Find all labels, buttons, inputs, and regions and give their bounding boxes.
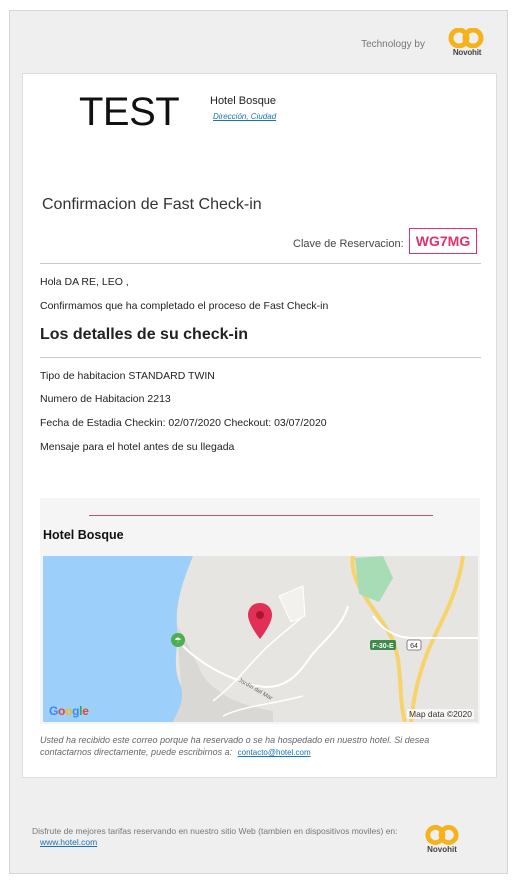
road-label-64: 64	[410, 643, 418, 650]
map-graphic: F-30-E 64 ☂ Jardín del Mar	[43, 556, 478, 722]
novohit-logo: Novohit	[447, 28, 485, 58]
novohit-logo-text: Novohit	[452, 48, 482, 57]
novohit-logo-icon	[425, 825, 459, 845]
greeting-text: Hola DA RE, LEO ,	[40, 276, 129, 288]
hotel-message-text: Mensaje para el hotel antes de su llegad…	[40, 441, 235, 453]
footer-text: Disfrute de mejores tarifas reservando e…	[32, 826, 412, 848]
email-frame: Technology by Novohit TEST Hotel Bosque …	[9, 10, 508, 874]
room-number-text: Numero de Habitacion 2213	[40, 393, 171, 405]
map-hotel-name: Hotel Bosque	[43, 528, 124, 542]
room-type-text: Tipo de habitacion STANDARD TWIN	[40, 370, 215, 382]
footer-promo-text: Disfrute de mejores tarifas reservando e…	[32, 826, 398, 836]
hotel-logo: TEST	[79, 90, 180, 134]
stay-dates-text: Fecha de Estadia Checkin: 02/07/2020 Che…	[40, 417, 327, 429]
email-card: TEST Hotel Bosque Dirección, Ciudad Conf…	[22, 73, 497, 778]
divider	[40, 357, 481, 358]
map-panel: Hotel Bosque F-30-E 64 ☂ Jardín del Mar …	[40, 498, 480, 724]
divider	[40, 263, 481, 264]
contact-email-link[interactable]: contacto@hotel.com	[238, 748, 311, 757]
details-title: Los detalles de su check-in	[40, 326, 249, 343]
novohit-logo-icon	[448, 28, 484, 48]
reservation-code-badge: WG7MG	[409, 228, 477, 254]
hotel-address-link[interactable]: Dirección, Ciudad	[213, 112, 276, 121]
hotel-name: Hotel Bosque	[210, 95, 277, 107]
confirmation-title: Confirmacion de Fast Check-in	[42, 196, 262, 213]
confirmation-message: Confirmamos que ha completado el proceso…	[40, 300, 329, 312]
road-label-f30e: F-30-E	[372, 643, 394, 650]
location-map[interactable]: F-30-E 64 ☂ Jardín del Mar Google Map da…	[43, 556, 478, 722]
svg-text:☂: ☂	[174, 636, 181, 645]
footer-novohit-logo: Novohit	[424, 825, 460, 855]
map-separator	[89, 515, 433, 516]
google-logo[interactable]: Google	[49, 704, 89, 718]
disclaimer-text: Usted ha recibido este correo porque ha …	[40, 735, 430, 757]
email-header: Technology by Novohit	[10, 11, 507, 73]
map-data-attribution: Map data ©2020	[407, 709, 474, 719]
technology-by-label: Technology by	[361, 39, 425, 50]
hotel-website-link[interactable]: www.hotel.com	[40, 837, 97, 847]
reservation-code-label: Clave de Reservacion:	[293, 238, 404, 250]
disclaimer: Usted ha recibido este correo porque ha …	[40, 734, 480, 759]
novohit-logo-text: Novohit	[427, 845, 457, 854]
